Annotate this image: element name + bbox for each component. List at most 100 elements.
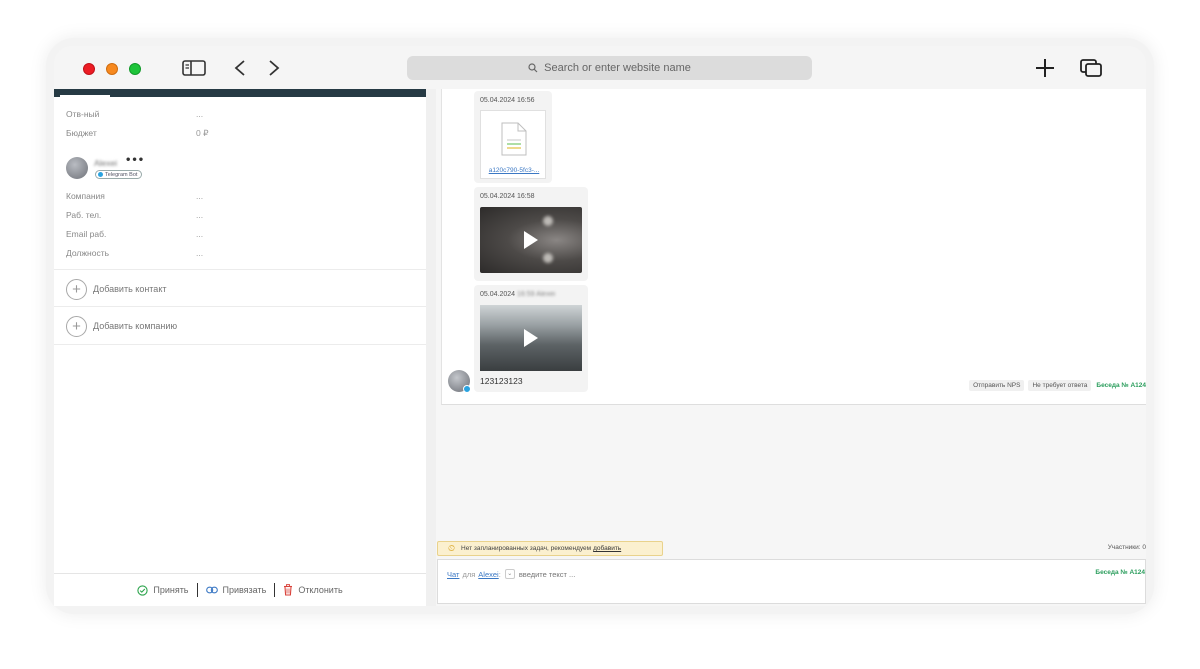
video-player[interactable] (480, 207, 582, 273)
video-player[interactable] (480, 305, 582, 371)
field-position[interactable]: Должность ... (66, 244, 416, 262)
participants-count[interactable]: Участники: 0 (1108, 544, 1146, 551)
field-company[interactable]: Компания ... (66, 187, 416, 205)
minimize-window-button[interactable] (106, 63, 118, 75)
field-budget[interactable]: Бюджет 0 ₽ (66, 124, 416, 142)
field-label: Бюджет (66, 128, 97, 138)
new-tab-icon[interactable] (1032, 56, 1058, 80)
add-company-label: Добавить компанию (93, 321, 178, 331)
file-name-link[interactable]: a120c790-5fc3-... (481, 167, 547, 174)
tasks-notice-text: Нет запланированных задач, рекомендуем (461, 545, 592, 552)
accept-label: Принять (153, 585, 189, 595)
divider (54, 306, 426, 307)
play-icon[interactable] (524, 329, 538, 347)
chevron-down-icon[interactable]: ⌄ (504, 569, 515, 579)
chat-mode-link[interactable]: Чат (447, 570, 459, 579)
contact-avatar (66, 157, 88, 179)
message-timestamp: 05.04.2024 16:56 (480, 97, 535, 104)
message-input[interactable] (518, 569, 819, 579)
contact-more-icon[interactable]: ••• (125, 155, 144, 166)
link-label: Привязать (222, 585, 267, 595)
field-label: Раб. тел. (66, 210, 102, 220)
close-window-button[interactable] (83, 63, 95, 75)
telegram-bot-badge: Telegram Bot (95, 170, 143, 179)
link-icon (205, 586, 218, 594)
add-company-button[interactable]: + Добавить компанию (66, 315, 406, 337)
document-icon (501, 122, 527, 156)
field-work-email[interactable]: Email раб. ... (66, 225, 416, 243)
field-responsible[interactable]: Отв-ный ... (66, 105, 416, 123)
recipient-link[interactable]: Alexei (478, 570, 498, 579)
alarm-clock-icon: ⏲ (448, 543, 456, 553)
field-value[interactable]: ... (196, 210, 203, 220)
tasks-notice: ⏲ Нет запланированных задач, рекомендуем… (437, 541, 663, 556)
plus-circle-icon: + (66, 315, 87, 337)
contact-name[interactable]: Alexei (94, 158, 117, 168)
telegram-icon (98, 172, 103, 177)
field-value[interactable]: 0 ₽ (196, 128, 209, 139)
panel-gutter (426, 89, 436, 606)
message-composer: Чат для Alexei : ⌄ Беседа № A124 (437, 559, 1146, 604)
active-tab-indicator (60, 95, 110, 97)
send-nps-button[interactable]: Отправить NPS (969, 379, 1025, 391)
field-value[interactable]: ... (196, 229, 203, 239)
lead-details-panel: Отв-ный ... Бюджет 0 ₽ Alexei ••• Telegr… (54, 89, 426, 606)
add-contact-button[interactable]: + Добавить контакт (66, 278, 406, 300)
trash-icon (284, 584, 293, 596)
field-label: Должность (66, 248, 110, 258)
divider (54, 269, 426, 270)
conversation-link[interactable]: Беседа № A124 (1095, 569, 1145, 576)
badge-label: Telegram Bot (105, 171, 138, 178)
tabs-overview-icon[interactable] (1077, 56, 1105, 80)
file-attachment[interactable]: a120c790-5fc3-... (480, 110, 546, 179)
for-text: для (462, 569, 476, 579)
timestamp-date: 05.04.2024 (480, 291, 516, 298)
field-label: Email раб. (66, 229, 107, 239)
check-circle-icon (137, 584, 148, 596)
colon-text: : (498, 569, 501, 579)
message-timestamp: 05.04.2024 16:58 (480, 193, 535, 200)
add-contact-label: Добавить контакт (93, 284, 167, 294)
lead-actions-footer: Принять Привязать Отклонить (54, 573, 426, 606)
sender-avatar[interactable] (448, 370, 471, 393)
field-value[interactable]: ... (196, 248, 203, 258)
reject-button[interactable]: Отклонить (275, 584, 350, 596)
timestamp-time-sender: 16:59 Alexei (517, 291, 556, 298)
contact-card[interactable]: Alexei ••• Telegram Bot (66, 155, 406, 185)
video-frame-detail (543, 216, 553, 226)
back-icon[interactable] (230, 56, 250, 80)
link-button[interactable]: Привязать (198, 585, 275, 595)
forward-icon[interactable] (264, 56, 284, 80)
address-placeholder: Search or enter website name (544, 62, 691, 74)
search-icon (528, 63, 538, 73)
field-value[interactable]: ... (196, 109, 203, 119)
sidebar-toggle-icon[interactable] (181, 56, 207, 80)
message-video: 05.04.2024 16:58 (474, 187, 588, 281)
video-frame-detail (543, 253, 553, 263)
telegram-icon (463, 385, 471, 393)
field-value[interactable]: ... (196, 191, 203, 201)
message-file: 05.04.2024 16:56 a120c790-5fc3-... (474, 91, 552, 183)
play-icon[interactable] (524, 231, 538, 249)
field-label: Отв-ный (66, 109, 100, 119)
field-work-phone[interactable]: Раб. тел. ... (66, 206, 416, 224)
panel-tabs-bar (54, 89, 426, 97)
plus-circle-icon: + (66, 278, 87, 300)
accept-button[interactable]: Принять (129, 584, 196, 596)
conversation-link[interactable]: Беседа № A124 (1096, 382, 1146, 389)
message-video: 05.04.2024 16:59 Alexei 123123123 (474, 285, 588, 392)
chat-actions: Отправить NPS Не требует ответа Беседа №… (965, 379, 1146, 391)
address-bar[interactable]: Search or enter website name (407, 56, 812, 80)
message-text: 123123123 (480, 376, 523, 386)
field-label: Компания (66, 191, 105, 201)
browser-toolbar: Search or enter website name (54, 46, 1146, 89)
divider (54, 344, 426, 345)
message-timestamp: 05.04.2024 16:59 Alexei (480, 291, 555, 298)
reject-label: Отклонить (298, 585, 343, 595)
chat-feed: 05.04.2024 16:56 a120c790-5fc3-... 05.04… (441, 89, 1146, 405)
composer-prefix: Чат для Alexei : ⌄ (447, 569, 819, 579)
maximize-window-button[interactable] (129, 63, 141, 75)
no-reply-needed-button[interactable]: Не требует ответа (1028, 379, 1092, 391)
add-task-link[interactable]: добавить (593, 545, 621, 552)
browser-window: Search or enter website name Отв-ный ...… (54, 46, 1146, 606)
